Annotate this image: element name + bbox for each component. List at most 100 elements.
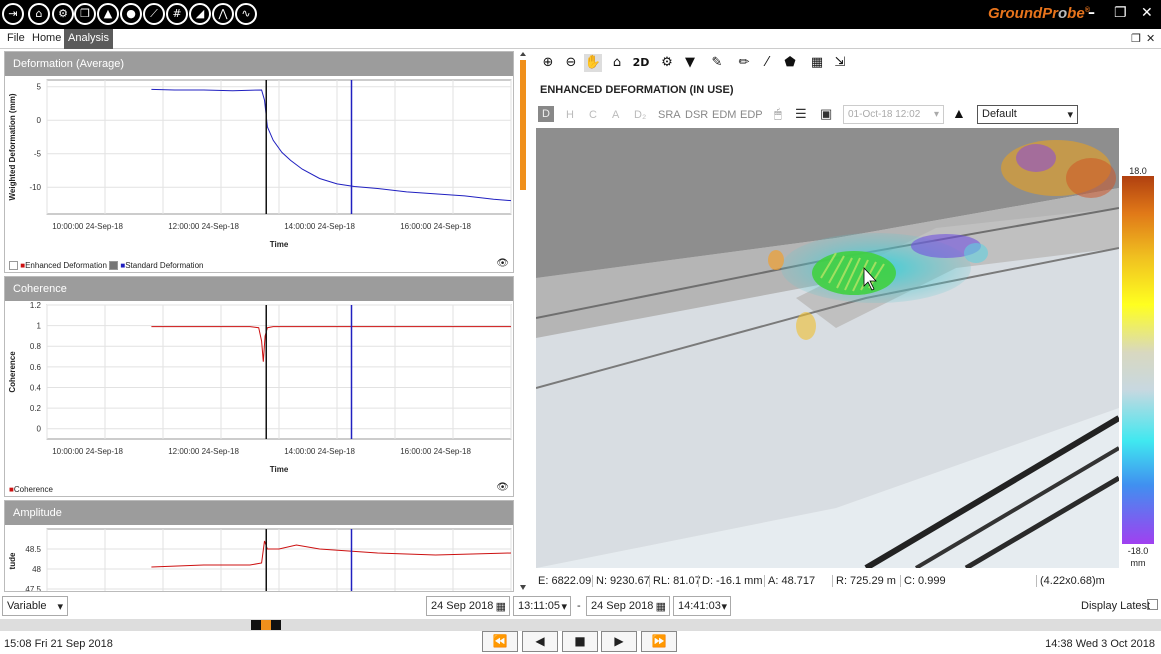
menu-home[interactable]: Home bbox=[32, 32, 61, 44]
status-rl: RL: 81.07 bbox=[649, 575, 701, 587]
minimize-button[interactable]: – bbox=[1088, 5, 1095, 21]
y-tick-label: 0.2 bbox=[30, 404, 42, 413]
mode-sra-button[interactable]: SRA bbox=[658, 109, 681, 121]
x-tick-label: 10:00:00 24-Sep-18 bbox=[52, 447, 123, 456]
y-tick-label: 0 bbox=[37, 425, 42, 434]
chevron-down-icon: ▾ bbox=[57, 601, 63, 613]
menu-file[interactable]: File bbox=[7, 32, 25, 44]
date-select[interactable]: 01-Oct-18 12:02 ▾ bbox=[843, 105, 944, 124]
calculator-icon[interactable]: ▦ bbox=[808, 54, 826, 72]
x-tick-label: 16:00:00 24-Sep-18 bbox=[400, 222, 471, 231]
scroll-thumb[interactable] bbox=[520, 60, 526, 190]
palette-select[interactable]: Default ▾ bbox=[977, 105, 1078, 124]
play-button[interactable]: ▶ bbox=[601, 631, 637, 652]
grid-chart-icon[interactable]: # bbox=[166, 3, 188, 25]
slope-icon[interactable]: ◢ bbox=[189, 3, 211, 25]
chart-icon[interactable]: ⟋ bbox=[143, 3, 165, 25]
y-tick-label: 1 bbox=[37, 322, 42, 331]
export-icon[interactable]: ⇲ bbox=[831, 54, 849, 72]
close-pane-icon[interactable]: ✕ bbox=[1146, 32, 1155, 45]
time-range-bar: Variable ▾ 24 Sep 2018 ▦ 13:11:05 ▾ - 24 Se… bbox=[0, 594, 1161, 618]
coherence-chart[interactable]: 1.2 1 0.8 0.6 0.4 0.2 0 10:00:00 24-Sep-18 12:00… bbox=[5, 301, 513, 477]
terrain-icon[interactable]: ▲ bbox=[97, 3, 119, 25]
mode-dsr-button[interactable]: DSR bbox=[685, 109, 708, 121]
eye-icon[interactable]: 👁 bbox=[496, 482, 509, 493]
settings-icon[interactable]: ⚙ bbox=[52, 3, 74, 25]
timeline-track[interactable] bbox=[0, 619, 1161, 631]
mouse-icon[interactable]: 🖱 bbox=[774, 106, 782, 122]
status-easting: E: 6822.09 bbox=[538, 575, 592, 587]
edit-icon[interactable]: ✎ bbox=[708, 54, 726, 72]
step-back-button[interactable]: ◀ bbox=[522, 631, 558, 652]
maximize-button[interactable]: ❐ bbox=[1114, 5, 1127, 21]
histogram-icon[interactable]: ▲ bbox=[952, 105, 966, 121]
mode-edp-button[interactable]: EDP bbox=[740, 109, 763, 121]
chart-svg: 48.5 48 47.5 tude bbox=[8, 528, 512, 591]
mode-c-button[interactable]: C bbox=[589, 109, 597, 121]
y-axis-label: tude bbox=[8, 552, 17, 569]
mode-a-button[interactable]: A bbox=[612, 109, 619, 121]
polygon-icon[interactable]: ⬟ bbox=[781, 54, 799, 72]
calendar-icon[interactable]: ▦ bbox=[496, 600, 506, 613]
colorbar-unit: mm bbox=[1130, 558, 1146, 568]
view-toolbar: ⊕ ⊖ ✋ ⌂ 2D ⚙ ▼ ✎ ✏ ⁄ ⬟ ▦ ⇲ bbox=[532, 50, 1161, 74]
restore-pane-icon[interactable]: ❐ bbox=[1131, 32, 1141, 45]
start-time-field[interactable]: 13:11:05 ▾ bbox=[513, 596, 571, 616]
y-tick-label: 48.5 bbox=[25, 545, 41, 554]
menu-analysis[interactable]: Analysis bbox=[64, 29, 113, 49]
home-view-icon[interactable]: ⌂ bbox=[608, 54, 626, 72]
display-latest-label: Display Latest bbox=[1081, 600, 1151, 612]
home-icon[interactable]: ⌂ bbox=[28, 3, 50, 25]
mode-d-button[interactable]: D bbox=[538, 106, 554, 122]
eye-icon[interactable]: 👁 bbox=[496, 258, 509, 269]
calendar-icon[interactable]: ▦ bbox=[656, 600, 666, 613]
pencil-icon[interactable]: ✏ bbox=[735, 54, 753, 72]
zoom-out-icon[interactable]: ⊖ bbox=[562, 54, 580, 72]
range-separator: - bbox=[577, 600, 581, 612]
display-latest-checkbox[interactable] bbox=[1147, 599, 1158, 610]
x-tick-label: 12:00:00 24-Sep-18 bbox=[168, 447, 239, 456]
chevron-down-icon: ▾ bbox=[933, 109, 939, 120]
status-bar: E: 6822.09 N: 9230.67 RL: 81.07 D: -16.1… bbox=[532, 570, 1128, 592]
end-date-field[interactable]: 24 Sep 2018 ▦ bbox=[586, 596, 670, 616]
legend-checkbox-enhanced[interactable] bbox=[9, 261, 18, 271]
mode-d2-button[interactable]: D₂ bbox=[634, 109, 646, 121]
wave-icon[interactable]: ∿ bbox=[235, 3, 257, 25]
view-2d-button[interactable]: 2D bbox=[631, 54, 651, 72]
status-northing: N: 9230.67 bbox=[592, 575, 650, 587]
deformation-chart[interactable]: 5 0 -5 -10 10:00:00 24-Sep-18 12:00:00 24-Sep… bbox=[5, 76, 513, 252]
coherence-legend: ■Coherence bbox=[9, 485, 53, 494]
title-bar: ⇥ ⌂ ⚙ ❐ ▲ ● ⟋ # ◢ ⋀ ∿ GroundProbe® – ❐ ✕ bbox=[0, 0, 1161, 29]
mode-edm-button[interactable]: EDM bbox=[712, 109, 736, 121]
fast-forward-button[interactable]: ⏩ bbox=[641, 631, 677, 652]
brush-icon[interactable]: ⁄ bbox=[758, 54, 776, 72]
settings-gear-icon[interactable]: ⚙ bbox=[658, 54, 676, 72]
view-title: ENHANCED DEFORMATION (IN USE) bbox=[540, 84, 734, 96]
filter-icon[interactable]: ▼ bbox=[681, 54, 699, 72]
zoom-in-icon[interactable]: ⊕ bbox=[539, 54, 557, 72]
amplitude-chart[interactable]: 48.5 48 47.5 tude bbox=[5, 525, 513, 591]
exit-icon[interactable]: ⇥ bbox=[2, 3, 24, 25]
multi-chart-icon[interactable]: ⋀ bbox=[212, 3, 234, 25]
pan-hand-icon[interactable]: ✋ bbox=[584, 54, 602, 72]
x-tick-label: 14:00:00 24-Sep-18 bbox=[284, 222, 355, 231]
sliders-icon[interactable]: ☰ bbox=[795, 106, 807, 122]
color-scale: 18.0 -18.0 mm bbox=[1122, 166, 1154, 586]
circle-icon[interactable]: ● bbox=[120, 3, 142, 25]
image-icon[interactable]: ▣ bbox=[820, 106, 832, 122]
3d-deformation-view[interactable]: ← bbox=[536, 128, 1119, 568]
amplitude-panel-title: Amplitude bbox=[5, 501, 513, 525]
timeline-selection-marker bbox=[261, 620, 271, 630]
rewind-button[interactable]: ⏪ bbox=[482, 631, 518, 652]
amplitude-panel: Amplitude 48.5 48 47.5 tude bbox=[4, 500, 514, 592]
legend-checkbox-standard[interactable] bbox=[109, 261, 119, 271]
mode-h-button[interactable]: H bbox=[566, 109, 574, 121]
mode-select[interactable]: Variable ▾ bbox=[2, 596, 68, 616]
stop-button[interactable]: ■ bbox=[562, 631, 598, 652]
chart-svg: 1.2 1 0.8 0.6 0.4 0.2 0 10:00:00 24-Sep-18 12:00… bbox=[8, 301, 512, 474]
start-date-field[interactable]: 24 Sep 2018 ▦ bbox=[426, 596, 510, 616]
copy-icon[interactable]: ❐ bbox=[74, 3, 96, 25]
end-time-field[interactable]: 14:41:03 ▾ bbox=[673, 596, 731, 616]
close-button[interactable]: ✕ bbox=[1141, 5, 1153, 21]
y-tick-label: -5 bbox=[34, 150, 42, 159]
